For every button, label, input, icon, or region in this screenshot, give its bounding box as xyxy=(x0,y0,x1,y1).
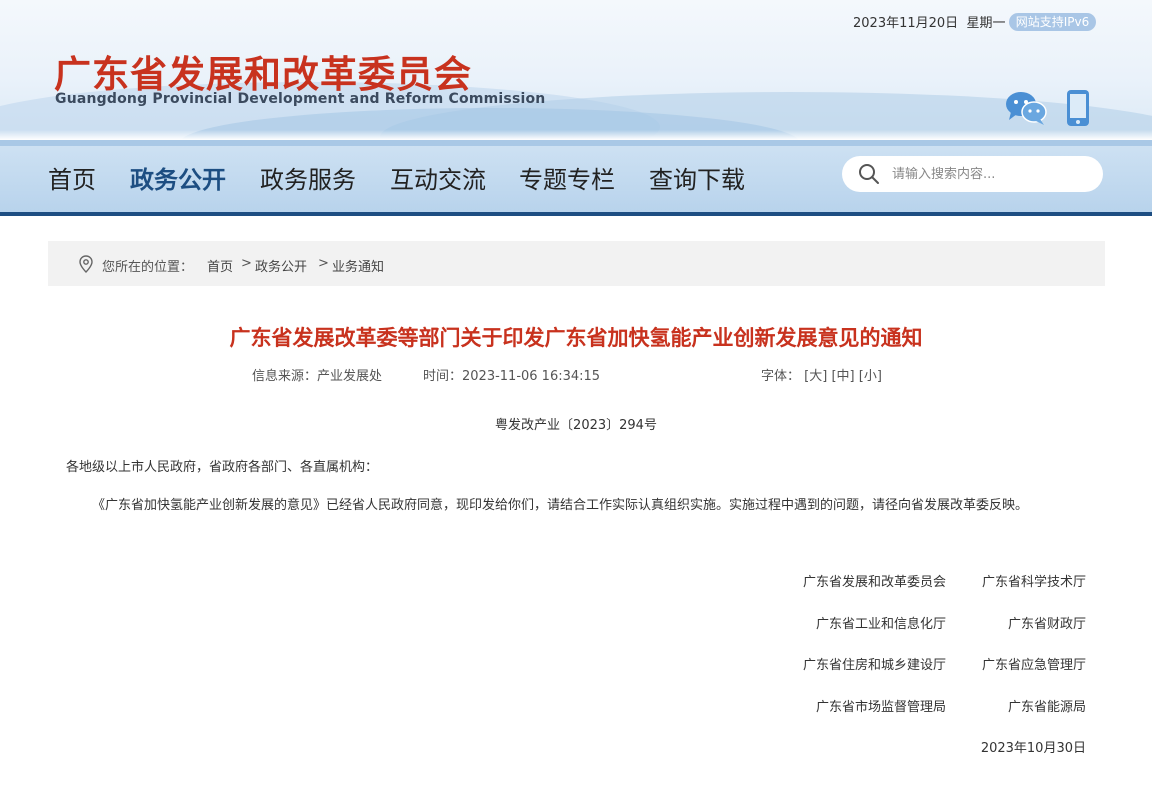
signer-industry-information: 广东省工业和信息化厅 xyxy=(815,617,946,632)
font-size-large[interactable]: [大] xyxy=(804,369,827,384)
ipv6-badge[interactable]: 网站支持IPv6 xyxy=(1009,13,1096,31)
nav-item-government-services[interactable]: 政务服务 xyxy=(260,160,356,195)
document-number: 粤发改产业〔2023〕294号 xyxy=(495,418,657,433)
signer-housing-construction: 广东省住房和城乡建设厅 xyxy=(802,658,946,673)
article-body: 《广东省加快氢能产业创新发展的意见》已经省人民政府同意，现印发给你们，请结合工作… xyxy=(92,498,1029,513)
mobile-icon[interactable] xyxy=(1066,89,1090,127)
nav-item-interaction[interactable]: 互动交流 xyxy=(390,160,486,195)
nav-item-government-affairs[interactable]: 政务公开 xyxy=(130,160,226,195)
breadcrumb-separator: > xyxy=(241,256,252,271)
signer-energy-bureau: 广东省能源局 xyxy=(1007,700,1086,715)
header-banner: 2023年11月20日 星期一 网站支持IPv6 广东省发展和改革委员会 Gua… xyxy=(0,0,1152,140)
search-icon[interactable] xyxy=(858,163,880,185)
signer-emergency-management: 广东省应急管理厅 xyxy=(981,658,1086,673)
sign-date: 2023年10月30日 xyxy=(980,741,1086,756)
signer-market-supervision: 广东省市场监督管理局 xyxy=(815,700,946,715)
nav-item-special-topics[interactable]: 专题专栏 xyxy=(519,160,615,195)
nav-top-line xyxy=(0,140,1152,146)
search-box xyxy=(842,156,1103,192)
breadcrumb-label: 您所在的位置： xyxy=(102,260,194,275)
banner-fade xyxy=(0,130,1152,140)
site-title[interactable]: 广东省发展和改革委员会 xyxy=(54,44,472,98)
date-value: 2023年11月20日 xyxy=(853,16,959,31)
salutation: 各地级以上市人民政府，省政府各部门、各直属机构： xyxy=(66,460,379,475)
breadcrumb: 您所在的位置： 首页 > 政务公开 > 业务通知 xyxy=(48,241,1105,286)
breadcrumb-business-notice[interactable]: 业务通知 xyxy=(332,256,384,275)
signer-finance: 广东省财政厅 xyxy=(1007,617,1086,632)
font-size-label: 字体： xyxy=(761,369,801,384)
signer-development-reform-commission: 广东省发展和改革委员会 xyxy=(802,575,946,590)
site-subtitle: Guangdong Provincial Development and Ref… xyxy=(55,91,546,107)
article-time: 时间：2023-11-06 16:34:15 xyxy=(423,369,601,384)
breadcrumb-home[interactable]: 首页 xyxy=(207,256,233,275)
font-size-controls: 字体： [大] [中] [小] xyxy=(761,365,882,384)
wechat-icon[interactable] xyxy=(1005,90,1047,126)
article-title: 广东省发展改革委等部门关于印发广东省加快氢能产业创新发展意见的通知 xyxy=(229,326,923,350)
breadcrumb-government-affairs[interactable]: 政务公开 xyxy=(255,256,307,275)
breadcrumb-separator: > xyxy=(318,256,329,271)
font-size-medium[interactable]: [中] xyxy=(831,369,854,384)
weekday-value: 星期一 xyxy=(966,16,1006,31)
nav-item-home[interactable]: 首页 xyxy=(48,160,96,195)
signer-science-technology: 广东省科学技术厅 xyxy=(981,575,1086,590)
font-size-small[interactable]: [小] xyxy=(859,369,882,384)
current-date: 2023年11月20日 星期一 xyxy=(853,12,1005,31)
main-nav: 首页 政务公开 政务服务 互动交流 专题专栏 查询下载 xyxy=(0,140,1152,216)
location-pin-icon xyxy=(79,255,93,273)
nav-item-query-download[interactable]: 查询下载 xyxy=(649,160,745,195)
search-input[interactable] xyxy=(892,163,1092,185)
article-source: 信息来源：产业发展处 xyxy=(252,369,383,384)
